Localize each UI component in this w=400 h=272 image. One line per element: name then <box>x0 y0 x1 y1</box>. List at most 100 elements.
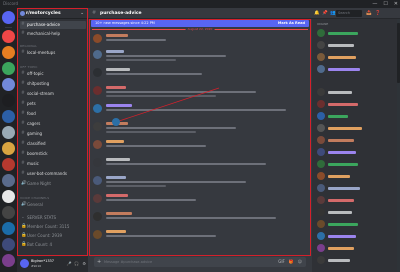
author-name[interactable] <box>106 212 132 215</box>
avatar[interactable] <box>93 104 102 113</box>
member-item[interactable] <box>317 256 395 266</box>
channel-item[interactable]: # boomstick <box>20 150 86 158</box>
message[interactable] <box>93 212 303 226</box>
chevron-down-icon[interactable]: ⌄ <box>80 8 84 19</box>
member-item[interactable] <box>317 112 395 122</box>
message[interactable] <box>93 68 303 82</box>
avatar[interactable] <box>93 140 102 149</box>
message[interactable] <box>93 122 303 136</box>
member-item[interactable] <box>317 244 395 254</box>
gif-button[interactable]: GIF <box>278 257 285 267</box>
member-item[interactable] <box>317 148 395 158</box>
member-item[interactable] <box>317 184 395 194</box>
avatar[interactable] <box>317 160 325 168</box>
microphone-icon[interactable]: 🎤 <box>66 261 71 266</box>
channel-item[interactable]: # food <box>20 110 86 118</box>
server-icon[interactable] <box>2 222 15 235</box>
channel-item[interactable]: # gaming <box>20 130 86 138</box>
channel-item[interactable]: # pets <box>20 100 86 108</box>
server-icon[interactable] <box>2 206 15 219</box>
message[interactable] <box>93 86 303 100</box>
author-name[interactable] <box>106 50 124 53</box>
avatar[interactable] <box>93 50 102 59</box>
member-item[interactable] <box>317 220 395 230</box>
author-name[interactable] <box>106 176 126 179</box>
voice-channel-item[interactable]: 🔊 Game Night <box>20 180 86 188</box>
new-messages-bar[interactable]: 10+ new messages since 4:22 PM Mark As R… <box>91 20 309 27</box>
avatar[interactable] <box>93 34 102 43</box>
member-item[interactable] <box>317 41 395 51</box>
avatar[interactable] <box>317 256 325 264</box>
pin-icon[interactable]: 📌 <box>322 8 328 19</box>
home-icon[interactable] <box>2 11 15 24</box>
server-icon[interactable] <box>2 238 15 251</box>
member-item[interactable] <box>317 196 395 206</box>
minimize-icon[interactable]: — <box>372 0 377 8</box>
server-icon[interactable] <box>2 126 15 139</box>
member-item[interactable] <box>317 160 395 170</box>
author-name[interactable] <box>106 158 130 161</box>
server-icon[interactable] <box>2 142 15 155</box>
add-attachment-icon[interactable]: + <box>97 257 101 267</box>
server-icon[interactable] <box>2 110 15 123</box>
channel-item[interactable]: # mechanical-help <box>20 30 86 38</box>
server-icon[interactable] <box>2 46 15 59</box>
server-icon[interactable] <box>2 190 15 203</box>
server-icon[interactable] <box>2 94 15 107</box>
avatar[interactable] <box>93 212 102 221</box>
author-name[interactable] <box>106 230 126 233</box>
avatar[interactable] <box>317 29 325 37</box>
stats-channel-item[interactable]: 🔒 Member Count: 3115 <box>20 223 86 231</box>
category-voice[interactable]: VOICE CHANNELS <box>20 196 49 200</box>
member-item[interactable] <box>317 29 395 39</box>
avatar[interactable] <box>93 86 102 95</box>
member-item[interactable] <box>317 88 395 98</box>
category-off-topic[interactable]: OFF TOPIC <box>20 65 38 69</box>
gear-icon[interactable]: ⚙ <box>82 261 86 266</box>
channel-item[interactable]: # local-meetups <box>20 49 86 57</box>
members-icon[interactable]: 👥 <box>330 8 336 19</box>
gift-icon[interactable]: 🎁 <box>289 257 294 267</box>
stats-channel-item[interactable]: 🔒 User Count: 2939 <box>20 232 86 240</box>
avatar[interactable] <box>317 148 325 156</box>
channel-item[interactable]: # social-stream <box>20 90 86 98</box>
author-name[interactable] <box>106 122 128 125</box>
avatar[interactable] <box>317 100 325 108</box>
server-icon[interactable] <box>2 62 15 75</box>
stats-channel-item[interactable]: 🔒 Bot Count: 4 <box>20 241 86 249</box>
server-icon[interactable] <box>2 174 15 187</box>
avatar[interactable] <box>93 122 102 131</box>
channel-item[interactable]: # purchase-advice <box>20 21 86 29</box>
message[interactable] <box>93 176 303 190</box>
emoji-icon[interactable]: ☺ <box>298 257 302 267</box>
avatar[interactable] <box>93 176 102 185</box>
close-icon[interactable]: ✕ <box>394 0 398 8</box>
avatar[interactable] <box>317 208 325 216</box>
avatar[interactable] <box>317 136 325 144</box>
author-name[interactable] <box>106 34 128 37</box>
mark-as-read-button[interactable]: Mark As Read <box>278 20 305 27</box>
avatar[interactable] <box>93 230 102 239</box>
avatar[interactable] <box>317 220 325 228</box>
message[interactable] <box>93 104 303 118</box>
message-composer[interactable]: + Message #purchase-advice GIF 🎁 ☺ <box>94 257 306 267</box>
message[interactable] <box>93 194 303 208</box>
member-item[interactable] <box>317 53 395 63</box>
avatar[interactable] <box>317 112 325 120</box>
channel-item[interactable]: # user-bot-commands <box>20 170 86 178</box>
voice-channel-item[interactable]: 🔊 General <box>20 201 86 209</box>
author-name[interactable] <box>106 86 126 89</box>
channel-item[interactable]: # shitposting <box>20 80 86 88</box>
member-item[interactable] <box>317 136 395 146</box>
search-input[interactable]: Search <box>336 10 362 17</box>
stats-category[interactable]: ⌄ SERVER STATS <box>20 214 86 222</box>
server-icon[interactable] <box>2 254 15 267</box>
server-icon[interactable] <box>2 78 15 91</box>
avatar[interactable] <box>317 53 325 61</box>
avatar[interactable] <box>317 65 325 73</box>
member-item[interactable] <box>317 172 395 182</box>
server-icon[interactable] <box>2 30 15 43</box>
server-icon[interactable] <box>2 158 15 171</box>
inbox-icon[interactable]: 📥 <box>366 8 372 19</box>
message[interactable] <box>93 230 303 244</box>
